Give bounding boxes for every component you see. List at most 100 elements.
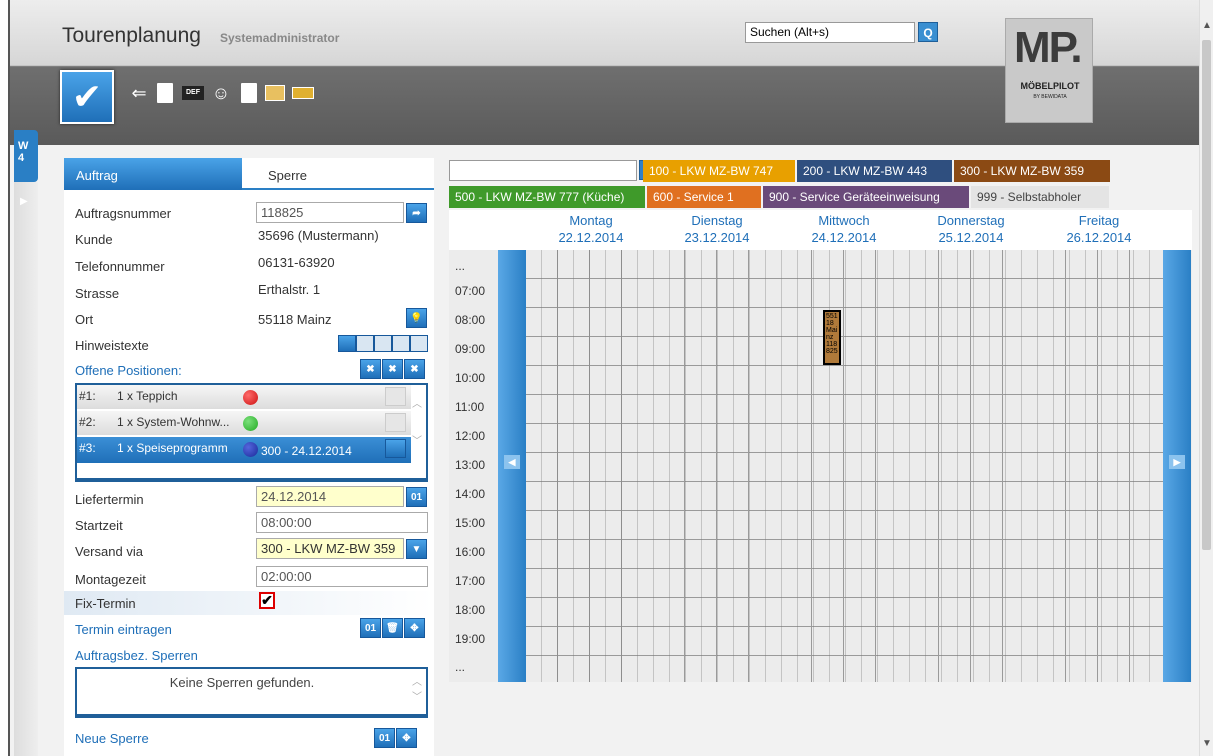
calendar-gear-icon[interactable] — [262, 80, 288, 106]
tour-planner: 01 100 - LKW MZ-BW 747 200 - LKW MZ-BW 4… — [449, 158, 1192, 682]
hinweis-slot-2[interactable] — [356, 335, 374, 352]
startzeit-input[interactable]: 08:00:00 — [256, 512, 428, 533]
day-date: 24.12.2014 — [811, 230, 877, 245]
logo-by: BY BEWIDATA — [1033, 94, 1067, 100]
position-number: #2: — [79, 415, 96, 429]
day-name: Donnerstag — [937, 213, 1005, 228]
schedule-grid-subdivisions — [526, 250, 1163, 682]
search-icon[interactable]: Q — [918, 22, 938, 42]
scroll-thumb[interactable] — [1202, 40, 1211, 550]
delete-partial-icon[interactable]: ✖ — [382, 359, 403, 379]
planner-date-input[interactable] — [449, 160, 637, 181]
scroll-down-icon[interactable]: ▼ — [1200, 736, 1213, 752]
list-scrollbar[interactable]: ︿ ﹀ — [412, 673, 424, 703]
side-tab-w4[interactable]: W 4 — [14, 130, 38, 182]
back-arrow-icon[interactable]: ⇐ — [126, 80, 152, 106]
logo-brand: MÖBELPILOT — [1020, 81, 1080, 91]
day-header-friday[interactable]: Freitag 26.12.2014 — [1039, 212, 1159, 246]
position-lightbulb-icon[interactable] — [385, 439, 406, 458]
chevron-right-icon[interactable]: ▶ — [1169, 455, 1185, 469]
page-scrollbar[interactable]: ▲ ▼ — [1199, 0, 1213, 756]
strasse-value: Erthalstr. 1 — [258, 282, 321, 297]
delete-all-icon[interactable]: ✖ — [404, 359, 425, 379]
app-header: Tourenplanung Systemadministrator Suchen… — [10, 0, 1199, 145]
time-label: 14:00 — [455, 487, 486, 501]
list-item[interactable]: #2: 1 x System-Wohnw... — [77, 411, 411, 435]
day-header-thursday[interactable]: Donnerstag 25.12.2014 — [911, 212, 1031, 246]
list-item[interactable]: #1: 1 x Teppich — [77, 385, 411, 409]
liefertermin-input[interactable]: 24.12.2014 — [256, 486, 404, 507]
day-header-wednesday[interactable]: Mittwoch 24.12.2014 — [784, 212, 904, 246]
def-icon[interactable]: DEF — [180, 80, 206, 106]
auftragsnummer-input[interactable]: 118825 — [256, 202, 404, 223]
calendar-icon[interactable]: 01 — [374, 728, 395, 748]
truck-tab-100[interactable]: 100 - LKW MZ-BW 747 — [643, 160, 795, 182]
list-item-selected[interactable]: #3: 1 x Speiseprogramm 300 - 24.12.2014 — [77, 437, 411, 463]
hinweis-slot-3[interactable] — [374, 335, 392, 352]
hinweis-slot-5[interactable] — [410, 335, 428, 352]
fix-termin-label: Fix-Termin — [75, 596, 136, 611]
search-input[interactable]: Suchen (Alt+s) — [745, 22, 915, 43]
ort-value: 55118 Mainz — [258, 312, 332, 327]
fix-termin-checkbox[interactable]: ✔ — [259, 592, 275, 609]
go-arrow-button[interactable]: ➦ — [406, 203, 427, 223]
logo-mark: MP. — [1014, 23, 1083, 72]
logo: MP. MÖBELPILOT BY BEWIDATA — [1005, 18, 1093, 123]
sperren-list: Keine Sperren gefunden. ︿ ﹀ — [75, 667, 428, 718]
neue-sperre-link[interactable]: Neue Sperre — [75, 731, 149, 746]
truck-tab-900[interactable]: 900 - Service Geräteeinweisung — [763, 186, 969, 208]
side-tab-line2: 4 — [18, 152, 25, 164]
position-text: 1 x System-Wohnw... — [117, 415, 230, 429]
prev-week-column[interactable]: ◀ — [498, 250, 526, 682]
time-label: 12:00 — [455, 429, 486, 443]
hinweis-slot-1[interactable] — [338, 335, 356, 352]
ort-label: Ort — [75, 312, 94, 327]
position-lightbulb-icon[interactable] — [385, 387, 406, 406]
tab-auftrag[interactable]: Auftrag — [64, 158, 242, 190]
truck-tab-999[interactable]: 999 - Selbstabholer — [971, 186, 1109, 208]
expand-arrow-icon[interactable]: ▶ — [20, 196, 28, 207]
trash-icon[interactable]: 🗑 — [382, 618, 403, 638]
hinweis-slot-4[interactable] — [392, 335, 410, 352]
calendar-icon[interactable]: 01 — [406, 487, 427, 507]
appointment-block[interactable]: 551 18 Mai nz 118 825 — [823, 310, 841, 365]
list-scrollbar[interactable]: ︿ ﹀ — [412, 395, 424, 447]
document-hand-icon[interactable] — [152, 80, 178, 106]
position-lightbulb-icon[interactable] — [385, 413, 406, 432]
day-name: Dienstag — [691, 213, 743, 228]
schedule-grid-area: ... 07:00 08:00 09:00 10:00 11:00 12:00 … — [449, 250, 1192, 682]
empty-state-text: Keine Sperren gefunden. — [169, 675, 315, 690]
day-name: Freitag — [1078, 213, 1120, 228]
truck-tab-300[interactable]: 300 - LKW MZ-BW 359 — [954, 160, 1110, 182]
liefertermin-label: Liefertermin — [75, 492, 144, 507]
user-check-icon[interactable]: ☺ — [208, 80, 234, 106]
lightbulb-icon[interactable]: 💡 — [406, 308, 427, 328]
tab-sperre[interactable]: Sperre — [256, 158, 434, 190]
delete-x-icon[interactable]: ✖ — [360, 359, 381, 379]
time-label: 10:00 — [455, 371, 486, 385]
calendar-icon[interactable]: 01 — [360, 618, 381, 638]
versand-label: Versand via — [75, 544, 143, 559]
position-text: 1 x Teppich — [117, 389, 178, 403]
versand-select[interactable]: 300 - LKW MZ-BW 359 — [256, 538, 404, 559]
day-name: Mittwoch — [818, 213, 870, 228]
next-week-column[interactable]: ▶ — [1163, 250, 1191, 682]
position-tour-date: 300 - 24.12.2014 — [261, 444, 352, 458]
move-icon[interactable]: ✥ — [396, 728, 417, 748]
day-header-monday[interactable]: Montag 22.12.2014 — [531, 212, 651, 246]
document-gear-icon[interactable] — [236, 80, 262, 106]
time-label: 11:00 — [455, 400, 485, 414]
scroll-up-icon[interactable]: ▲ — [1200, 18, 1213, 34]
day-header-tuesday[interactable]: Dienstag 23.12.2014 — [657, 212, 777, 246]
truck-tab-200[interactable]: 200 - LKW MZ-BW 443 — [797, 160, 952, 182]
time-label: 19:00 — [455, 632, 486, 646]
truck-gear-icon[interactable] — [290, 80, 316, 106]
move-icon[interactable]: ✥ — [404, 618, 425, 638]
termin-eintragen-link[interactable]: Termin eintragen — [75, 622, 172, 637]
chevron-down-icon[interactable]: ▼ — [406, 539, 427, 559]
chevron-left-icon[interactable]: ◀ — [504, 455, 520, 469]
save-check-button[interactable]: ✔ — [60, 70, 114, 124]
truck-tab-500[interactable]: 500 - LKW MZ-BW 777 (Küche) — [449, 186, 645, 208]
truck-tab-600[interactable]: 600 - Service 1 — [647, 186, 761, 208]
montagezeit-input[interactable]: 02:00:00 — [256, 566, 428, 587]
